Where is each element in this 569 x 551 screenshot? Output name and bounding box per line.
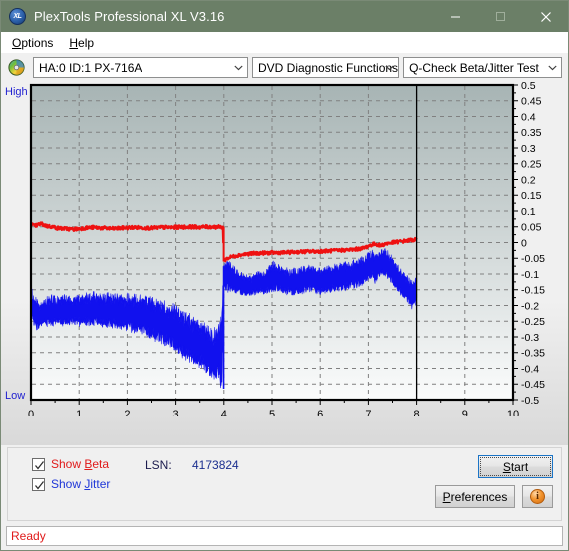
status-bar: Ready	[6, 526, 563, 546]
x-axis-tick-label: 2	[124, 409, 130, 416]
y-axis-tick-label: 0.5	[521, 82, 536, 92]
menu-item-options[interactable]: Options	[7, 34, 61, 52]
function-select-value: DVD Diagnostic Functions	[258, 60, 399, 75]
y-axis-tick-label: -0.05	[521, 253, 545, 265]
y-axis-tick-label: -0.4	[521, 363, 539, 375]
y-axis-tick-label: 0	[521, 237, 527, 249]
y-axis-tick-label: 0.1	[521, 206, 536, 218]
x-axis-tick-label: 6	[317, 409, 323, 416]
x-axis-tick-label: 3	[173, 409, 179, 416]
chevron-down-icon[interactable]	[230, 58, 247, 77]
info-icon: i	[530, 489, 545, 504]
preferences-button[interactable]: Preferences	[435, 485, 515, 508]
axis-label-low: Low	[5, 390, 25, 402]
menu-bar: Options Help	[1, 32, 568, 53]
y-axis-tick-label: 0.25	[521, 159, 542, 171]
menu-item-options-label: ptions	[21, 35, 54, 50]
app-icon-text: XL	[13, 13, 22, 20]
info-icon-text: i	[536, 491, 539, 502]
y-axis-tick-label: -0.3	[521, 332, 539, 344]
focus-ring	[480, 457, 551, 476]
info-button[interactable]: i	[522, 485, 553, 508]
y-axis-tick-label: -0.15	[521, 285, 545, 297]
y-axis-tick-label: -0.1	[521, 269, 539, 281]
menu-item-help[interactable]: Help	[64, 34, 102, 52]
y-axis-tick-label: -0.35	[521, 348, 545, 360]
close-button[interactable]	[523, 1, 568, 32]
status-text: Ready	[11, 529, 46, 543]
chevron-down-icon[interactable]	[381, 58, 398, 77]
y-axis-tick-label: -0.5	[521, 395, 539, 407]
show-jitter-label: Show Jitter	[51, 477, 111, 491]
start-button[interactable]: Start	[478, 455, 553, 478]
drive-select-value: HA:0 ID:1 PX-716A	[39, 60, 143, 75]
minimize-button[interactable]	[433, 1, 478, 32]
optical-disc-icon	[8, 59, 25, 76]
y-axis-tick-label: 0.3	[521, 143, 536, 155]
beta-jitter-chart: 0.5 0.45 0.4 0.35 0.3 0.25 0.2 0.15 0.1 0.05 0 -0.0…	[1, 82, 568, 445]
function-select[interactable]: DVD Diagnostic Functions	[252, 57, 400, 78]
show-beta-row[interactable]: Show Beta	[32, 457, 109, 471]
lsn-value: 4173824	[192, 458, 239, 472]
x-axis-tick-label: 1	[76, 409, 82, 416]
chart-canvas: 0.5 0.45 0.4 0.35 0.3 0.25 0.2 0.15 0.1 0.05 0 -0.0…	[5, 82, 545, 416]
test-select-value: Q-Check Beta/Jitter Test	[409, 60, 539, 75]
x-axis-tick-label: 4	[221, 409, 227, 416]
show-jitter-row[interactable]: Show Jitter	[32, 477, 110, 491]
window-controls	[433, 1, 568, 32]
maximize-button[interactable]	[478, 1, 523, 32]
y-axis-tick-label: 0.05	[521, 222, 542, 234]
toolbar: HA:0 ID:1 PX-716A DVD Diagnostic Functio…	[1, 53, 568, 82]
y-axis-tick-label: 0.4	[521, 111, 536, 123]
preferences-button-label: Preferences	[442, 489, 508, 504]
window-title: PlexTools Professional XL V3.16	[34, 9, 225, 24]
x-axis-tick-label: 8	[414, 409, 420, 416]
xl-app-icon: XL	[9, 8, 26, 25]
show-beta-label: Show Beta	[51, 457, 110, 471]
controls-panel: Show Beta Show Jitter LSN: 4173824 Start…	[7, 447, 562, 521]
axis-label-high: High	[5, 86, 28, 98]
application-window: XL PlexTools Professional XL V3.16 Optio…	[0, 0, 569, 551]
x-axis-tick-label: 7	[365, 409, 371, 416]
drive-select[interactable]: HA:0 ID:1 PX-716A	[33, 57, 248, 78]
y-axis-tick-label: -0.2	[521, 300, 539, 312]
lsn-label: LSN:	[145, 458, 172, 472]
x-axis-tick-label: 0	[28, 409, 34, 416]
x-axis-tick-label: 9	[462, 409, 468, 416]
y-axis-tick-label: 0.35	[521, 127, 542, 139]
y-axis-tick-label: 0.15	[521, 190, 542, 202]
x-axis-tick-label: 5	[269, 409, 275, 416]
show-beta-checkbox[interactable]	[32, 457, 45, 471]
chevron-down-icon[interactable]	[544, 58, 561, 77]
checkmark-icon	[35, 460, 45, 470]
menu-item-help-label: elp	[78, 35, 95, 50]
test-select[interactable]: Q-Check Beta/Jitter Test	[403, 57, 562, 78]
checkmark-icon	[35, 480, 45, 490]
show-jitter-checkbox[interactable]	[32, 477, 45, 491]
y-axis-tick-label: 0.45	[521, 96, 542, 108]
y-axis-tick-label: -0.25	[521, 316, 545, 328]
y-axis-tick-label: 0.2	[521, 174, 536, 186]
y-axis-tick-label: -0.45	[521, 379, 545, 391]
title-bar: XL PlexTools Professional XL V3.16	[1, 1, 568, 32]
x-axis-tick-label: 10	[507, 409, 519, 416]
